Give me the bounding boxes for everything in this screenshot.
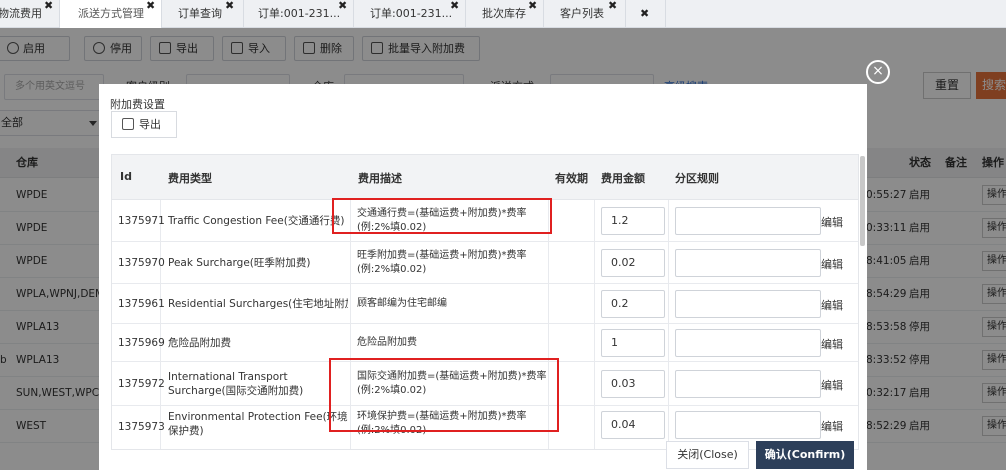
zone-rule-input[interactable] (675, 329, 821, 357)
edit-link[interactable]: 编辑 (821, 214, 843, 230)
row-desc: 旺季附加费=(基础运费+附加费)*费率(例:2%填0.02) (357, 250, 527, 275)
close-icon[interactable]: ✖ (608, 0, 617, 20)
tab-label: 订单:001-231... (370, 7, 453, 20)
amount-input[interactable]: 1.2 (601, 207, 665, 235)
row-id: 1375973 (118, 421, 165, 433)
export-icon (122, 118, 134, 130)
tab-bar: 物流费用 ✖ 派送方式管理 ✖ 订单查询 ✖ 订单:001-231... ✖ 订… (0, 0, 1006, 28)
zone-rule-input[interactable] (675, 411, 821, 439)
edit-link[interactable]: 编辑 (821, 336, 843, 352)
tab-label: 订单查询 (178, 7, 222, 20)
row-type: Traffic Congestion Fee(交通通行费) (168, 215, 345, 227)
zone-rule-input[interactable] (675, 249, 821, 277)
table-row: 1375969 危险品附加费 危险品附加费 1 编辑 (112, 324, 858, 362)
modal-close-icon[interactable]: × (866, 60, 890, 84)
tab-logistics-fee[interactable]: 物流费用 ✖ (0, 0, 60, 28)
tab-label: 订单:001-231... (258, 7, 341, 20)
row-desc: 危险品附加费 (357, 337, 417, 348)
tab-label: 派送方式管理 (78, 7, 144, 20)
modal-title: 附加费设置 (110, 98, 165, 111)
amount-input[interactable]: 1 (601, 329, 665, 357)
modal-export-button[interactable]: 导出 (111, 111, 177, 138)
amount-input[interactable]: 0.02 (601, 249, 665, 277)
row-type: Residential Surcharges(住宅地址附加费) (168, 298, 348, 310)
close-icon[interactable]: ✖ (450, 0, 459, 20)
close-icon[interactable]: ✖ (146, 0, 155, 20)
edit-link[interactable]: 编辑 (821, 297, 843, 313)
col-type: 费用类型 (168, 172, 212, 185)
row-type: International Transport Surcharge(国际交通附加… (168, 371, 304, 397)
amount-input[interactable]: 0.2 (601, 290, 665, 318)
col-amount: 费用金额 (601, 172, 645, 185)
tab-delivery-method[interactable]: 派送方式管理 ✖ (60, 0, 162, 28)
close-icon[interactable]: ✖ (640, 0, 649, 28)
tab-label: 客户列表 (560, 7, 604, 20)
edit-link[interactable]: 编辑 (821, 256, 843, 272)
row-id: 1375971 (118, 215, 165, 227)
col-validity: 有效期 (555, 172, 588, 185)
tab-order-2[interactable]: 订单:001-231... ✖ (354, 0, 466, 28)
close-button[interactable]: 关闭(Close) (666, 441, 749, 469)
highlight-box (329, 358, 559, 432)
row-type: Environmental Protection Fee(环境保护费) (168, 411, 348, 437)
table-row: 1375970 Peak Surcharge(旺季附加费) 旺季附加费=(基础运… (112, 242, 858, 284)
edit-link[interactable]: 编辑 (821, 418, 843, 434)
surcharge-settings-modal: 附加费设置 导出 Id 费用类型 费用描述 有效期 费用金额 分区规则 1375… (99, 84, 867, 470)
highlight-box (332, 198, 552, 234)
tab-label: 批次库存 (482, 7, 526, 20)
row-id: 1375969 (118, 337, 165, 349)
zone-rule-input[interactable] (675, 370, 821, 398)
row-type: Peak Surcharge(旺季附加费) (168, 257, 311, 269)
confirm-button[interactable]: 确认(Confirm) (756, 441, 854, 469)
row-id: 1375961 (118, 298, 165, 310)
close-all-tab[interactable]: ✖ (626, 0, 666, 28)
row-desc: 顾客邮编为住宅邮编 (357, 298, 447, 309)
row-id: 1375972 (118, 378, 165, 390)
close-icon[interactable]: ✖ (528, 0, 537, 20)
tab-batch-stock[interactable]: 批次库存 ✖ (466, 0, 544, 28)
close-icon[interactable]: ✖ (338, 0, 347, 20)
surcharge-table-header: Id 费用类型 费用描述 有效期 费用金额 分区规则 (112, 155, 858, 200)
close-icon[interactable]: ✖ (225, 0, 234, 20)
zone-rule-input[interactable] (675, 207, 821, 235)
zone-rule-input[interactable] (675, 290, 821, 318)
row-type: 危险品附加费 (168, 337, 231, 349)
tab-order-query[interactable]: 订单查询 ✖ (162, 0, 244, 28)
col-zone: 分区规则 (675, 172, 719, 185)
col-id: Id (120, 170, 132, 183)
tab-label: 物流费用 (0, 7, 42, 20)
col-desc: 费用描述 (358, 172, 402, 185)
table-scrollbar[interactable] (860, 156, 865, 246)
amount-input[interactable]: 0.04 (601, 411, 665, 439)
edit-link[interactable]: 编辑 (821, 377, 843, 393)
tab-customer-list[interactable]: 客户列表 ✖ (544, 0, 626, 28)
modal-export-label: 导出 (139, 118, 161, 131)
close-icon[interactable]: ✖ (44, 0, 53, 20)
row-id: 1375970 (118, 257, 165, 269)
tab-order-1[interactable]: 订单:001-231... ✖ (244, 0, 354, 28)
table-row: 1375961 Residential Surcharges(住宅地址附加费) … (112, 284, 858, 324)
amount-input[interactable]: 0.03 (601, 370, 665, 398)
